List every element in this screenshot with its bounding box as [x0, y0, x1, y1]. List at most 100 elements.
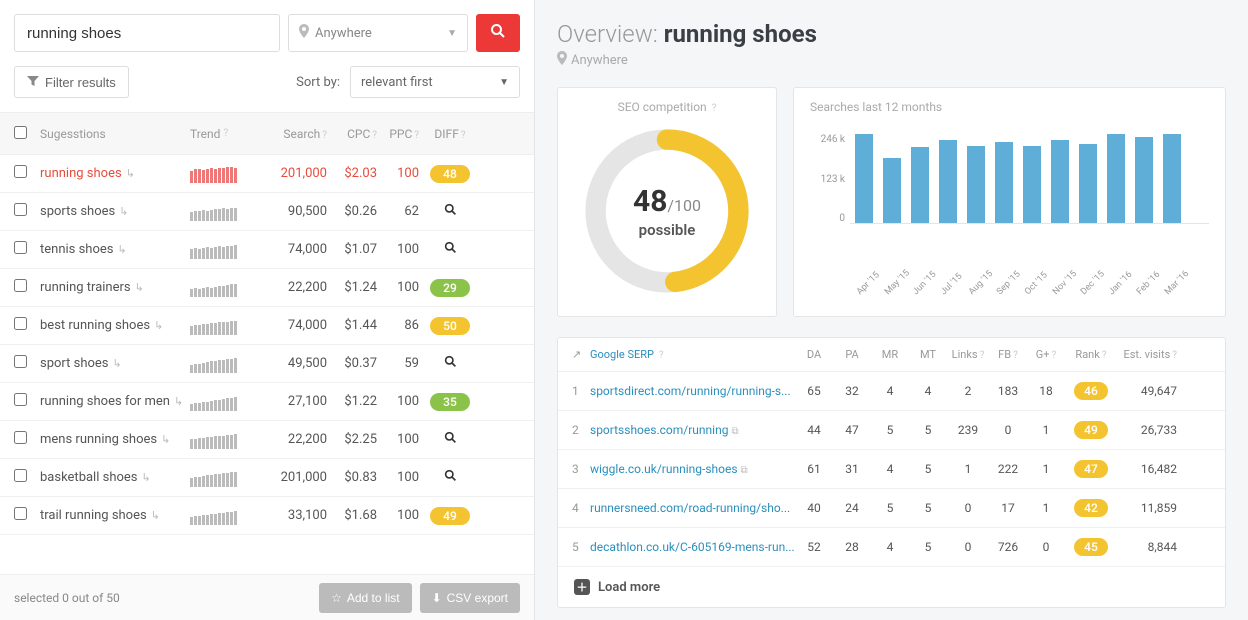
trend-sparkline: [190, 317, 265, 335]
chart-bar: [1135, 137, 1153, 223]
cpc-value: $1.07: [327, 242, 377, 257]
col-mt[interactable]: MT: [909, 348, 947, 361]
col-trend[interactable]: Trend?: [190, 125, 265, 143]
suggestion-row[interactable]: best running shoes ↳ 74,000 $1.44 86 50: [0, 307, 534, 345]
chart-bar: [855, 134, 873, 223]
serp-url[interactable]: sportsshoes.com/running⧉: [590, 423, 795, 437]
da-value: 52: [795, 540, 833, 554]
col-mr[interactable]: MR: [871, 348, 909, 361]
location-select[interactable]: Anywhere ▼: [288, 14, 468, 52]
col-cpc[interactable]: CPC?: [327, 127, 377, 141]
mr-value: 4: [871, 384, 909, 398]
csv-export-button[interactable]: ⬇ CSV export: [420, 583, 520, 613]
row-checkbox[interactable]: [14, 203, 27, 216]
download-icon: ⬇: [432, 591, 442, 605]
help-icon[interactable]: ?: [980, 350, 985, 361]
help-icon[interactable]: ?: [1052, 350, 1057, 361]
col-visits[interactable]: Est. visits: [1123, 348, 1170, 361]
row-checkbox[interactable]: [14, 165, 27, 178]
col-pa[interactable]: PA: [833, 348, 871, 361]
help-icon[interactable]: ?: [223, 128, 228, 139]
mr-value: 4: [871, 540, 909, 554]
col-fb[interactable]: FB: [998, 348, 1011, 361]
mr-value: 4: [871, 462, 909, 476]
help-icon[interactable]: ?: [461, 130, 466, 141]
row-checkbox[interactable]: [14, 431, 27, 444]
serp-header-label: Google SERP: [590, 348, 654, 361]
chart-bar: [1079, 144, 1097, 223]
search-volume: 49,500: [265, 356, 327, 371]
col-da[interactable]: DA: [795, 348, 833, 361]
col-name[interactable]: Sugesstions: [40, 127, 190, 141]
chart-bar: [1107, 134, 1125, 223]
search-icon[interactable]: [444, 357, 457, 372]
row-checkbox[interactable]: [14, 507, 27, 520]
col-rank[interactable]: Rank: [1075, 348, 1099, 361]
col-diff[interactable]: DIFF?: [419, 127, 481, 141]
help-icon[interactable]: ?: [659, 350, 664, 361]
search-input[interactable]: [14, 14, 280, 52]
suggestion-row[interactable]: sport shoes ↳ 49,500 $0.37 59: [0, 345, 534, 383]
select-all-checkbox[interactable]: [14, 126, 27, 139]
pa-value: 32: [833, 384, 871, 398]
fb-value: 726: [989, 540, 1027, 554]
link-icon: ↗: [572, 348, 590, 361]
help-icon[interactable]: ?: [712, 103, 717, 114]
search-icon[interactable]: [444, 433, 457, 448]
serp-index: 4: [572, 501, 590, 515]
search-icon[interactable]: [444, 471, 457, 486]
search-button[interactable]: [476, 14, 520, 52]
seo-competition-card: SEO competition ? 48/100 possible: [557, 87, 777, 317]
suggestion-name: trail running shoes: [40, 508, 147, 523]
col-gp[interactable]: G+: [1036, 348, 1050, 361]
serp-index: 3: [572, 462, 590, 476]
trend-sparkline: [190, 431, 265, 449]
serp-url[interactable]: runnersneed.com/road-running/sho...: [590, 501, 795, 515]
suggestion-row[interactable]: mens running shoes ↳ 22,200 $2.25 100: [0, 421, 534, 459]
serp-url[interactable]: sportsdirect.com/running/running-s...: [590, 384, 795, 398]
row-checkbox[interactable]: [14, 393, 27, 406]
return-icon: ↳: [113, 357, 122, 370]
ppc-value: 100: [377, 508, 419, 523]
col-links[interactable]: Links: [952, 348, 978, 361]
links-value: 1: [947, 462, 989, 476]
help-icon[interactable]: ?: [1013, 350, 1018, 361]
suggestion-row[interactable]: tennis shoes ↳ 74,000 $1.07 100: [0, 231, 534, 269]
search-volume: 27,100: [265, 394, 327, 409]
load-more-button[interactable]: ＋ Load more: [558, 567, 1225, 607]
row-checkbox[interactable]: [14, 279, 27, 292]
search-icon[interactable]: [444, 205, 457, 220]
serp-url[interactable]: decathlon.co.uk/C-605169-mens-run...: [590, 540, 795, 554]
suggestion-row[interactable]: sports shoes ↳ 90,500 $0.26 62: [0, 193, 534, 231]
filter-button[interactable]: Filter results: [14, 66, 129, 98]
help-icon[interactable]: ?: [1172, 350, 1177, 361]
col-ppc[interactable]: PPC?: [377, 127, 419, 141]
da-value: 40: [795, 501, 833, 515]
row-checkbox[interactable]: [14, 355, 27, 368]
chart-bar: [939, 140, 957, 223]
suggestion-row[interactable]: trail running shoes ↳ 33,100 $1.68 100 4…: [0, 497, 534, 535]
add-to-list-button[interactable]: ☆ Add to list: [319, 583, 411, 613]
return-icon: ↳: [154, 319, 163, 332]
suggestion-row[interactable]: basketball shoes ↳ 201,000 $0.83 100: [0, 459, 534, 497]
suggestion-row[interactable]: running shoes for men ↳ 27,100 $1.22 100…: [0, 383, 534, 421]
ppc-value: 100: [377, 470, 419, 485]
search-icon[interactable]: [444, 243, 457, 258]
suggestion-row[interactable]: running trainers ↳ 22,200 $1.24 100 29: [0, 269, 534, 307]
cpc-value: $0.37: [327, 356, 377, 371]
row-checkbox[interactable]: [14, 241, 27, 254]
external-icon: ⧉: [731, 426, 738, 437]
serp-url[interactable]: wiggle.co.uk/running-shoes⧉: [590, 462, 795, 476]
chart-bar: [1023, 146, 1041, 223]
search-volume: 201,000: [265, 166, 327, 181]
row-checkbox[interactable]: [14, 317, 27, 330]
mt-value: 5: [909, 462, 947, 476]
suggestion-row[interactable]: running shoes ↳ 201,000 $2.03 100 48: [0, 155, 534, 193]
row-checkbox[interactable]: [14, 469, 27, 482]
col-search[interactable]: Search?: [265, 127, 327, 141]
sort-select[interactable]: relevant first ▼: [350, 66, 520, 98]
csv-label: CSV export: [447, 591, 508, 605]
ytick: 123 k: [810, 174, 845, 185]
diff-pill: 50: [430, 317, 470, 335]
help-icon[interactable]: ?: [1102, 350, 1107, 361]
